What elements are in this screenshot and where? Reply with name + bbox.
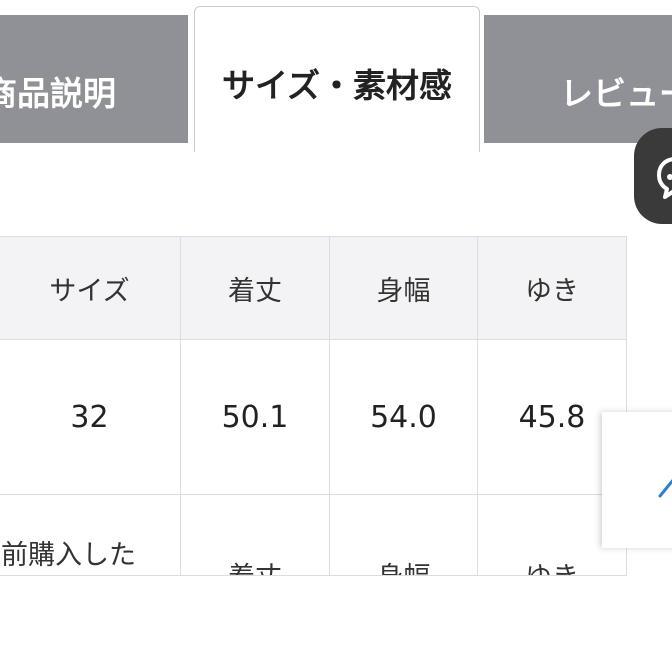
cell-size: 32 — [0, 339, 181, 495]
header-width: 身幅 — [329, 236, 478, 340]
arrow-up-icon — [658, 478, 672, 498]
cell-length: 50.1 — [180, 339, 330, 495]
tab-product-description[interactable]: 商品説明 — [0, 15, 188, 143]
table-header-row: サイズ 着丈 身幅 ゆき — [0, 236, 627, 340]
tab-size-material[interactable]: サイズ・素材感 — [194, 6, 480, 152]
cell-width: 身幅 — [329, 494, 478, 576]
tab-label: サイズ・素材感 — [221, 66, 452, 105]
page-bottom-area — [0, 576, 672, 672]
cell-width: 54.0 — [329, 339, 478, 495]
cell-label: ゆき — [479, 555, 626, 575]
previous-purchase-label: 前購入した — [1, 540, 136, 571]
table-row-partial: 前購入した 着丈 身幅 ゆき — [0, 494, 627, 576]
tab-label: 商品説明 — [0, 74, 116, 113]
chat-bubble-icon — [657, 157, 672, 199]
header-size: サイズ — [0, 236, 181, 340]
cell-label: 着丈 — [182, 555, 329, 575]
cell-label: 身幅 — [331, 555, 477, 575]
cell-length: 着丈 — [180, 494, 330, 576]
size-material-page: 商品説明 サイズ・素材感 レビュー サイズ 着丈 身幅 ゆき 32 50.1 5… — [0, 0, 672, 672]
header-sleeve: ゆき — [477, 236, 627, 340]
tab-reviews[interactable]: レビュー — [484, 15, 672, 143]
size-table: サイズ 着丈 身幅 ゆき 32 50.1 54.0 45.8 前購入した 着丈 … — [0, 236, 627, 576]
table-row: 32 50.1 54.0 45.8 — [0, 339, 627, 495]
header-length: 着丈 — [180, 236, 330, 340]
cell-previous-purchase: 前購入した — [0, 494, 181, 576]
tab-label: レビュー — [560, 74, 672, 113]
chat-button[interactable] — [634, 128, 672, 224]
scroll-up-button[interactable] — [602, 412, 672, 548]
